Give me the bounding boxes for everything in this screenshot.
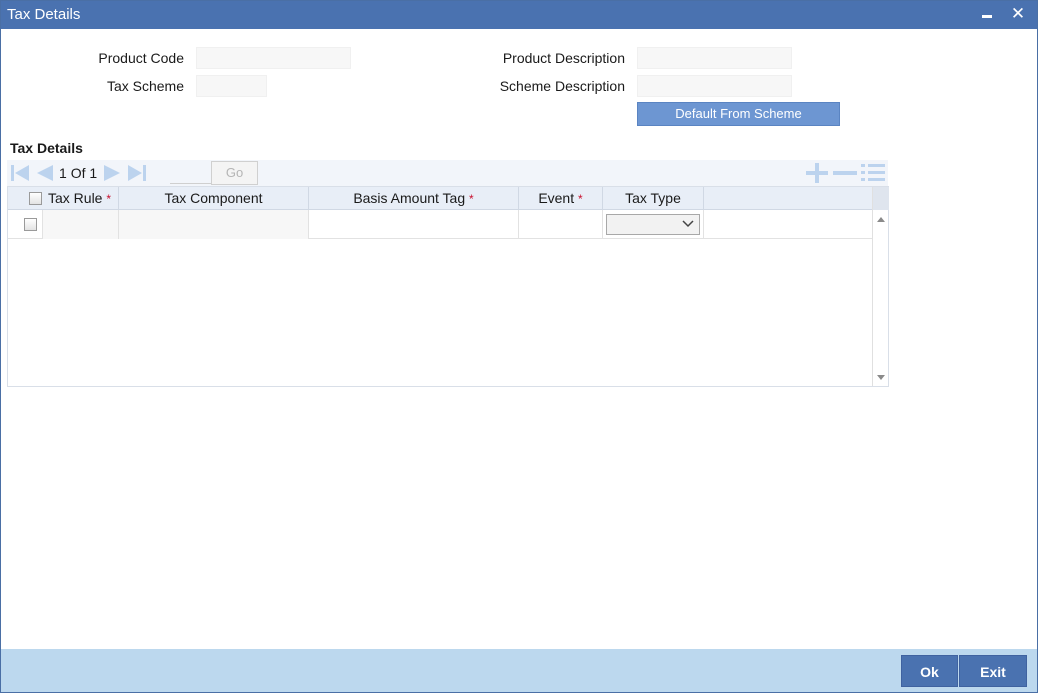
close-icon[interactable]: ✕ — [1007, 3, 1029, 25]
product-description-field[interactable] — [637, 47, 792, 69]
column-header-spacer — [704, 187, 872, 210]
tax-rule-cell[interactable] — [43, 210, 119, 239]
page-indicator: 1 Of 1 — [59, 165, 97, 181]
grid-header: Tax Rule * Tax Component Basis Amount Ta… — [8, 187, 872, 210]
column-label-event: Event — [538, 190, 575, 206]
previous-page-icon[interactable] — [33, 163, 55, 183]
column-label-tax-component: Tax Component — [164, 190, 263, 206]
column-header-tax-type: Tax Type — [603, 187, 704, 210]
page-of-label: Of — [70, 165, 86, 181]
grid-toolbar: 1 Of 1 Go — [7, 160, 888, 186]
exit-button[interactable]: Exit — [959, 655, 1027, 687]
title-bar: Tax Details ✕ — [1, 1, 1037, 29]
tax-component-cell[interactable] — [119, 210, 309, 239]
table-row — [8, 210, 872, 239]
go-button[interactable]: Go — [211, 161, 258, 185]
row-checkbox[interactable] — [24, 218, 37, 231]
column-label-tax-rule: Tax Rule — [48, 190, 103, 206]
window-title: Tax Details — [7, 6, 81, 23]
required-marker: * — [578, 192, 583, 206]
tax-scheme-field[interactable] — [196, 75, 267, 97]
minimize-icon[interactable] — [977, 3, 999, 25]
column-header-event: Event * — [519, 187, 603, 210]
section-title: Tax Details — [10, 140, 83, 156]
product-code-label: Product Code — [98, 50, 184, 66]
basis-amount-tag-cell[interactable] — [309, 210, 519, 239]
scrollbar-header — [873, 187, 889, 210]
add-row-icon[interactable] — [804, 162, 830, 184]
goto-page-input[interactable] — [170, 162, 212, 184]
scheme-description-label: Scheme Description — [499, 78, 625, 94]
tax-details-grid: Tax Rule * Tax Component Basis Amount Ta… — [7, 186, 889, 387]
event-cell[interactable] — [519, 210, 603, 239]
ok-button[interactable]: Ok — [901, 655, 958, 687]
default-from-scheme-button[interactable]: Default From Scheme — [637, 102, 840, 126]
product-code-field[interactable] — [196, 47, 351, 69]
single-view-icon[interactable] — [860, 162, 886, 184]
scroll-up-icon[interactable] — [877, 217, 885, 222]
required-marker: * — [469, 192, 474, 206]
scheme-description-field[interactable] — [637, 75, 792, 97]
last-page-icon[interactable] — [126, 163, 148, 183]
tax-type-select[interactable] — [606, 214, 700, 235]
scroll-down-icon[interactable] — [877, 375, 885, 380]
column-label-tax-type: Tax Type — [625, 190, 681, 206]
next-page-icon[interactable] — [102, 163, 124, 183]
row-select-cell — [8, 210, 43, 239]
tax-details-window: Tax Details ✕ Product Code Tax Scheme Pr… — [0, 0, 1038, 693]
column-header-tax-component: Tax Component — [119, 187, 309, 210]
first-page-icon[interactable] — [9, 163, 31, 183]
column-label-basis-amount-tag: Basis Amount Tag — [353, 190, 466, 206]
product-description-label: Product Description — [502, 50, 625, 66]
chevron-down-icon — [682, 220, 694, 228]
tax-scheme-label: Tax Scheme — [106, 78, 184, 94]
current-page: 1 — [59, 165, 67, 181]
total-pages: 1 — [89, 165, 98, 181]
column-header-basis-amount-tag: Basis Amount Tag * — [309, 187, 519, 210]
required-marker: * — [106, 192, 112, 206]
select-all-checkbox[interactable] — [29, 192, 42, 205]
delete-row-icon[interactable] — [832, 162, 858, 184]
column-header-tax-rule: Tax Rule * — [8, 187, 119, 210]
grid-vertical-scrollbar[interactable] — [872, 187, 889, 386]
footer-bar: Ok Exit — [1, 649, 1037, 692]
